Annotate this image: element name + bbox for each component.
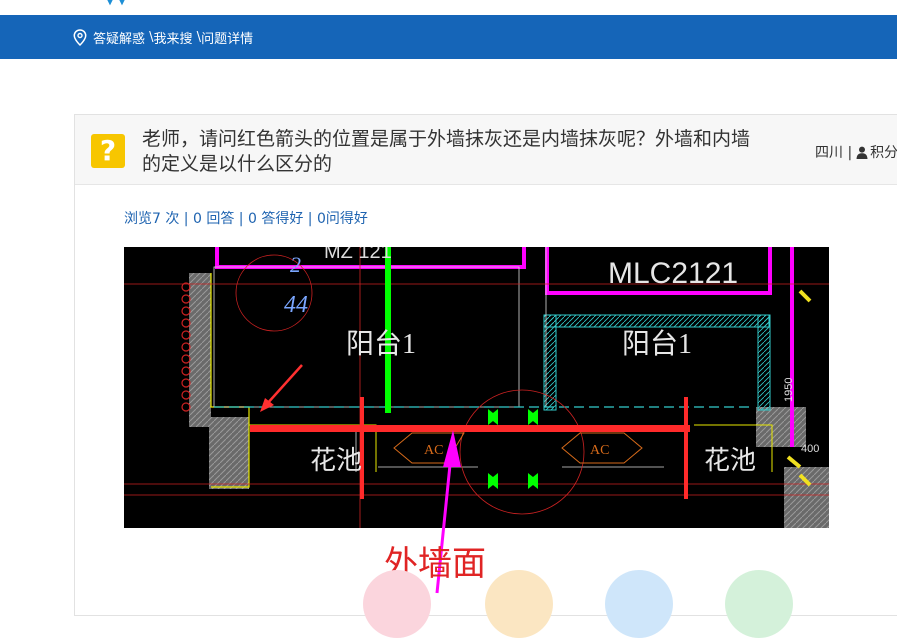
door-label: MZ 121 <box>324 247 392 263</box>
question-header: ? 老师，请问红色箭头的位置是属于外墙抹灰还是内墙抹灰呢？外墙和内墙的定义是以什… <box>75 115 897 185</box>
question-stats: 浏览7 次 | 0 回答 | 0 答得好 | 0问得好 <box>124 211 368 227</box>
asker-meta: 四川 | 积分 <box>815 142 897 162</box>
question-card: ? 老师，请问红色箭头的位置是属于外墙抹灰还是内墙抹灰呢？外墙和内墙的定义是以什… <box>74 114 897 638</box>
balcony-label-left: 阳台1 <box>346 328 416 360</box>
favorite-button[interactable] <box>485 570 553 638</box>
breadcrumb: 答疑解惑 \ 我来搜 \ 问题详情 <box>73 15 253 59</box>
share-button[interactable] <box>605 570 673 638</box>
site-logo-fragment[interactable] <box>104 0 130 6</box>
red-arrow <box>265 364 303 406</box>
view-count: 浏览7 次 <box>124 211 180 227</box>
location-pin-icon <box>73 28 87 46</box>
dimension-400: 400 <box>801 443 819 455</box>
breadcrumb-item-current: 问题详情 <box>201 31 254 47</box>
breadcrumb-separator: \ <box>192 29 202 45</box>
dimension-1950: 1950 <box>783 378 795 402</box>
breadcrumb-bar: 答疑解惑 \ 我来搜 \ 问题详情 <box>0 15 897 59</box>
window-label: MLC2121 <box>608 257 738 290</box>
region-label: 四川 | <box>815 145 853 161</box>
question-mark-icon: ? <box>91 134 125 168</box>
balcony-label-right: 阳台1 <box>622 328 692 360</box>
good-answer-count[interactable]: 0 答得好 <box>248 211 303 227</box>
answer-count[interactable]: 0 回答 <box>193 211 234 227</box>
breadcrumb-item-root[interactable]: 答疑解惑 <box>93 28 145 47</box>
ac-label-right: AC <box>590 443 609 458</box>
flower-bed-label-left: 花池 <box>310 446 362 475</box>
good-question-count[interactable]: 0问得好 <box>317 211 368 227</box>
wall-hatch-right <box>756 407 806 447</box>
breadcrumb-separator: \ <box>145 29 154 45</box>
like-button[interactable] <box>363 570 431 638</box>
axis-label-2: 2 <box>290 252 301 277</box>
points-label[interactable]: 积分 <box>870 142 897 162</box>
user-icon <box>856 146 868 159</box>
top-header-strip <box>0 0 897 15</box>
wall-hatch-right-bottom <box>784 467 829 528</box>
flower-bed-label-right: 花池 <box>704 446 756 475</box>
axis-label-44: 44 <box>284 292 308 318</box>
wall-hatch-left-bottom <box>209 417 249 489</box>
reaction-bar <box>75 570 897 638</box>
wall-hatch-left <box>189 273 211 427</box>
comment-button[interactable] <box>725 570 793 638</box>
question-title: 老师，请问红色箭头的位置是属于外墙抹灰还是内墙抹灰呢？外墙和内墙的定义是以什么区… <box>142 128 751 175</box>
breadcrumb-item-search[interactable]: 我来搜 <box>154 28 193 47</box>
